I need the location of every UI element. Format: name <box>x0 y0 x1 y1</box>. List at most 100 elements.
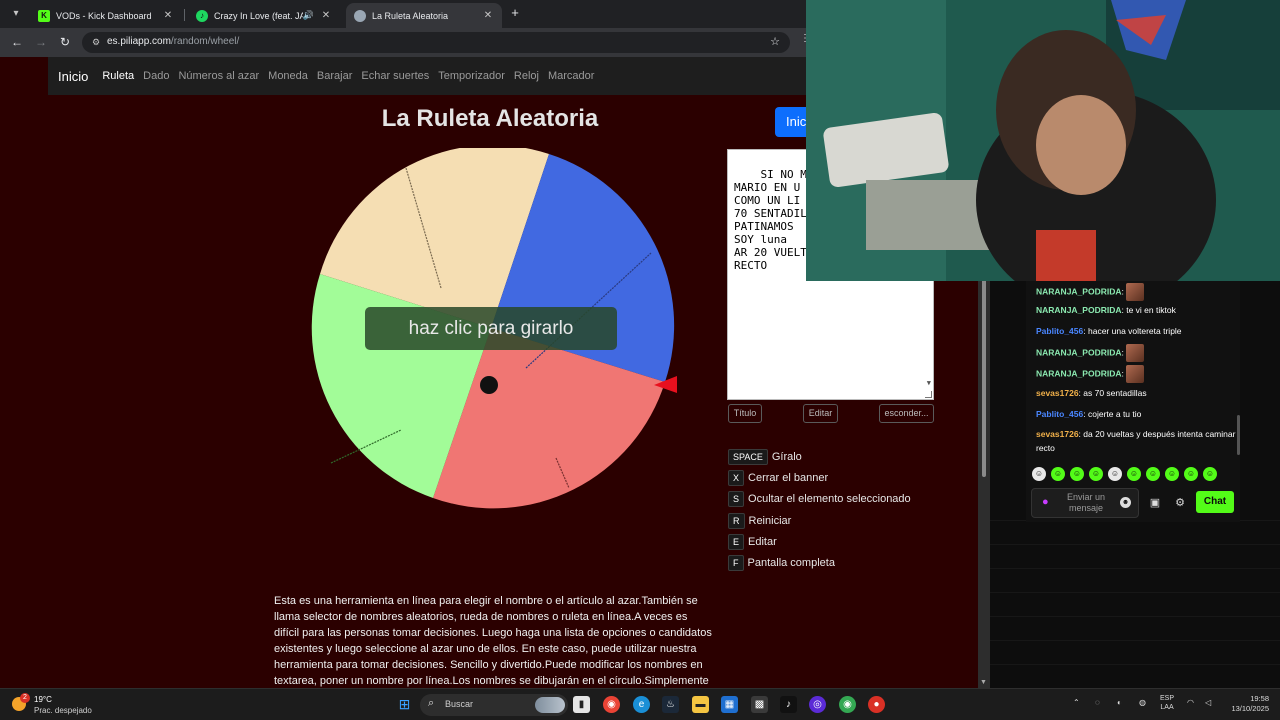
address-bar[interactable]: ⚙ es.piliapp.com/random/wheel/ ☆ <box>82 32 790 53</box>
obs-icon[interactable]: ◎ <box>809 696 826 713</box>
chrome-icon[interactable]: ◉ <box>603 696 620 713</box>
wheel-center <box>480 376 498 394</box>
new-tab-icon[interactable]: + <box>508 6 522 20</box>
tab-search-icon[interactable]: ▾ <box>8 6 24 22</box>
close-icon[interactable]: ✕ <box>320 10 332 21</box>
shortcut-key: S <box>728 491 745 507</box>
back-icon[interactable]: ← <box>8 33 26 51</box>
close-icon[interactable]: ✕ <box>482 10 494 21</box>
shortcut-row: F Pantalla completa <box>728 555 835 571</box>
url-text[interactable]: es.piliapp.com/random/wheel/ <box>107 36 239 47</box>
reload-icon[interactable]: ↻ <box>56 33 74 51</box>
emote-icon[interactable]: ☺ <box>1165 467 1179 481</box>
nav-ruleta[interactable]: Ruleta <box>102 70 134 82</box>
resize-handle[interactable] <box>925 391 932 398</box>
gift-icon[interactable]: ▣ <box>1148 496 1162 510</box>
clock-time: 19:58 <box>1250 694 1269 703</box>
tab-ruleta[interactable]: La Ruleta Aleatoria ✕ <box>346 3 502 28</box>
emote-icon[interactable]: ☺ <box>1108 467 1122 481</box>
edge-icon[interactable]: e <box>633 696 650 713</box>
bookmark-star-icon[interactable]: ☆ <box>770 35 780 48</box>
webcam-overlay <box>806 0 1280 281</box>
windows-taskbar: 2 19°C Prac. despejado ⊞ ⌕ Buscar ▮ ◉ e … <box>0 688 1280 720</box>
site-info-icon[interactable]: ⚙ <box>90 36 102 48</box>
emote-bar: ☺ ☺ ☺ ☺ ☺ ☺ ☺ ☺ ☺ ☺ <box>1032 467 1222 483</box>
tab-strip: ▾ K VODs - Kick Dashboard ✕ ♪ Crazy In L… <box>0 0 806 28</box>
nav-reloj[interactable]: Reloj <box>514 70 539 82</box>
nav-numeros-al-azar[interactable]: Números al azar <box>178 70 259 82</box>
chat-input[interactable]: ● Enviar un mensaje ☻ <box>1031 488 1139 518</box>
chat-username[interactable]: NARANJA_PODRIDA <box>1036 368 1121 378</box>
tray-app-icon[interactable]: ◌ <box>1095 698 1100 707</box>
nav-marcador[interactable]: Marcador <box>548 70 594 82</box>
chat-username[interactable]: NARANJA_PODRIDA <box>1036 347 1121 357</box>
edit-button[interactable]: Editar <box>803 404 838 423</box>
forward-icon[interactable]: → <box>32 33 50 51</box>
chat-text: hacer una voltereta triple <box>1087 326 1182 336</box>
chat-username[interactable]: sevas1726 <box>1036 388 1079 398</box>
speaker-icon[interactable]: 🔊 <box>303 10 314 21</box>
shortcut-row: E Editar <box>728 534 777 550</box>
chat-scrollbar[interactable] <box>1237 415 1240 455</box>
language-indicator[interactable]: ESP LAA <box>1160 694 1174 712</box>
app-icon[interactable]: ● <box>868 696 885 713</box>
hide-button[interactable]: esconder... <box>879 404 934 423</box>
task-view-icon[interactable]: ▮ <box>573 696 590 713</box>
chrome-active-icon[interactable]: ◉ <box>839 696 856 713</box>
nav-temporizador[interactable]: Temporizador <box>438 70 505 82</box>
shortcut-desc: Editar <box>748 536 777 548</box>
chat-username[interactable]: Pablito_456 <box>1036 409 1083 419</box>
spin-button[interactable]: haz clic para girarlo <box>365 307 617 350</box>
tab-kick-dashboard[interactable]: K VODs - Kick Dashboard ✕ <box>30 3 182 28</box>
emote-icon[interactable]: ☺ <box>1127 467 1141 481</box>
chat-username[interactable]: NARANJA_PODRIDA <box>1036 305 1121 315</box>
shortcut-desc: Gíralo <box>771 451 802 463</box>
wifi-icon[interactable]: ◠ <box>1187 698 1194 707</box>
nav-dado[interactable]: Dado <box>143 70 169 82</box>
shortcut-key: E <box>728 534 745 550</box>
shortcut-key: F <box>728 555 744 571</box>
emote-icon[interactable]: ☺ <box>1051 467 1065 481</box>
chat-message: Pablito_456: cojerte a tu tio <box>1036 409 1142 419</box>
scroll-down-icon[interactable]: ▼ <box>927 377 931 390</box>
system-clock[interactable]: 19:58 13/10/2025 <box>1225 694 1269 714</box>
tray-app-icon[interactable]: ◐ <box>1117 698 1122 707</box>
chat-username[interactable]: sevas1726 <box>1036 429 1079 439</box>
app-grid-icon[interactable]: ▩ <box>751 696 768 713</box>
tool-description: Esta es una herramienta en línea para el… <box>274 595 712 687</box>
tray-app-icon[interactable]: ◍ <box>1139 698 1146 707</box>
close-icon[interactable]: ✕ <box>162 10 174 21</box>
chat-username[interactable]: NARANJA_PODRIDA <box>1036 286 1121 296</box>
chevron-up-icon[interactable]: ⌃ <box>1073 698 1080 707</box>
tiktok-icon[interactable]: ♪ <box>780 696 797 713</box>
emote-icon[interactable]: ☺ <box>1032 467 1046 481</box>
microphone-icon[interactable]: ● <box>1042 496 1049 508</box>
windows-start-icon[interactable]: ⊞ <box>396 696 413 713</box>
emote-icon[interactable]: ☺ <box>1184 467 1198 481</box>
title-button[interactable]: Título <box>728 404 762 423</box>
tab-spotify[interactable]: ♪ Crazy In Love (feat. JAY-Z) - 🔊 ✕ <box>188 3 340 28</box>
store-icon[interactable]: ▦ <box>721 696 738 713</box>
scroll-down-icon[interactable]: ▼ <box>980 679 987 686</box>
nav-echar-suertes[interactable]: Echar suertes <box>361 70 429 82</box>
volume-icon[interactable]: ◁ <box>1205 698 1211 707</box>
file-explorer-icon[interactable]: ▬ <box>692 696 709 713</box>
shortcut-key: SPACE <box>728 449 768 465</box>
emote-icon[interactable]: ☺ <box>1070 467 1084 481</box>
gear-icon[interactable]: ⚙ <box>1173 496 1187 510</box>
chat-background <box>990 520 1280 688</box>
emote-icon[interactable]: ☺ <box>1146 467 1160 481</box>
steam-icon[interactable]: ♨ <box>662 696 679 713</box>
taskbar-search[interactable]: ⌕ Buscar <box>420 694 568 716</box>
emoji-icon[interactable]: ☻ <box>1120 497 1131 508</box>
chat-username[interactable]: Pablito_456 <box>1036 326 1083 336</box>
nav-barajar[interactable]: Barajar <box>317 70 352 82</box>
emote-icon[interactable]: ☺ <box>1203 467 1217 481</box>
shortcut-desc: Ocultar el elemento seleccionado <box>748 493 911 505</box>
search-highlight-art <box>535 697 565 713</box>
site-brand-link[interactable]: Inicio <box>58 69 88 84</box>
shortcut-row: R Reiniciar <box>728 513 791 529</box>
nav-moneda[interactable]: Moneda <box>268 70 308 82</box>
emote-icon[interactable]: ☺ <box>1089 467 1103 481</box>
chat-send-button[interactable]: Chat <box>1196 491 1234 513</box>
